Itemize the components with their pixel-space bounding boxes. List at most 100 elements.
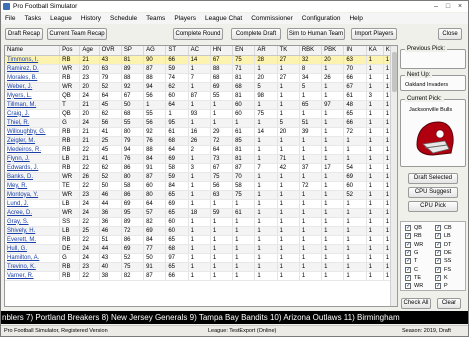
table-row[interactable]: Hull, G. DE 24 44 69 77 68 1 1 1 1 1 1 1 1 1 1 [5,244,397,254]
menu-schedule[interactable]: Schedule [110,15,137,22]
current-team-recap-button[interactable]: Current Team Recap [47,28,107,40]
menu-commissioner[interactable]: Commissioner [251,15,293,22]
position-checkbox[interactable]: C [405,266,418,273]
clear-button[interactable]: Clear [437,298,461,309]
position-checkbox[interactable]: DT [435,241,451,248]
complete-round-button[interactable]: Complete Round [173,28,223,40]
position-checkbox[interactable]: CB [435,224,452,231]
table-row[interactable]: Flynn, J. LB 21 41 76 84 69 1 73 81 1 71 1 1 1 1 1 [5,154,397,164]
column-header[interactable]: KA [366,46,384,56]
player-name-link[interactable]: Willoughby, G. [5,127,61,137]
player-name-link[interactable]: Edwards, J. [5,163,61,173]
checkbox-icon[interactable] [405,249,411,256]
table-row[interactable]: Edwards, J. RB 22 62 86 91 58 3 67 87 7 42 37 17 54 1 1 [5,163,397,173]
position-checkbox[interactable]: RB [405,232,422,240]
player-name-link[interactable]: Craig, J. [5,109,61,119]
minimize-button[interactable]: – [430,2,442,11]
checkbox-icon[interactable] [435,224,441,231]
player-name-link[interactable]: Banks, D. [5,172,61,182]
position-checkbox[interactable]: T [405,257,417,265]
position-checkbox[interactable]: FS [435,266,451,273]
table-row[interactable]: Varner, R. RB 22 38 82 87 66 1 1 1 1 1 1 1 1 1 1 [5,271,397,281]
column-header[interactable]: RBK [299,46,323,56]
player-name-link[interactable]: Shively, H. [5,226,61,236]
table-row[interactable]: Banks, D. WR 26 52 80 87 59 1 75 70 1 1 1 1 69 1 1 [5,172,397,182]
table-row[interactable]: Mey, R. TE 22 50 58 60 84 1 56 58 1 1 72 1 60 1 1 [5,181,397,191]
checkbox-icon[interactable] [435,274,441,281]
checkbox-icon[interactable] [435,241,441,248]
column-header[interactable]: Age [79,46,100,56]
checkbox-icon[interactable] [405,257,411,265]
player-name-link[interactable]: Lund, J. [5,199,61,209]
column-header[interactable]: SP [121,46,145,56]
checkbox-icon[interactable] [405,232,411,240]
menu-players[interactable]: Players [174,15,196,22]
position-checkbox[interactable]: QB [405,224,422,231]
menu-league[interactable]: League [50,15,72,22]
checkbox-icon[interactable] [405,224,411,231]
position-checkbox[interactable]: WR [405,282,423,290]
checkbox-icon[interactable] [405,266,411,273]
column-header[interactable]: IN [343,46,367,56]
cpu-pick-button[interactable]: CPU Pick [408,201,458,212]
draft-recap-button[interactable]: Draft Recap [5,28,43,40]
table-row[interactable]: Lund, J. LB 24 44 69 64 69 1 1 1 1 1 1 1 1 1 1 [5,199,397,209]
table-row[interactable]: Morales, B. RB 23 79 88 88 74 7 68 81 20 27 34 26 66 1 1 [5,73,397,83]
close-window-button[interactable]: × [454,2,466,11]
table-row[interactable]: Gray, S. SS 22 36 89 82 60 1 1 1 1 1 1 1 1 1 1 [5,217,397,227]
table-row[interactable]: Craig, J. QB 20 62 68 55 1 93 1 60 75 1 1 1 65 1 1 [5,109,397,119]
column-header[interactable]: Name [5,46,61,56]
checkbox-icon[interactable] [435,257,441,265]
draft-selected-button[interactable]: Draft Selected [408,173,458,184]
column-header[interactable]: OVR [99,46,122,56]
table-row[interactable]: Willoughby, G. RB 21 41 80 92 61 16 29 61 14 20 39 1 7… [5,127,397,137]
menu-teams[interactable]: Teams [146,15,165,22]
cpu-suggest-button[interactable]: CPU Suggest [408,187,458,198]
table-row[interactable]: Montoya, Y. WR 23 46 86 80 65 1 63 75 1 1 1 1 52 1 1 [5,190,397,200]
column-header[interactable]: AR [254,46,278,56]
column-header[interactable]: AG [143,46,167,56]
player-name-link[interactable]: Ramirez, D. [5,64,61,74]
complete-draft-button[interactable]: Complete Draft [231,28,281,40]
column-header[interactable]: PBK [321,46,345,56]
player-name-link[interactable]: Myers, L. [5,91,61,101]
position-checkbox[interactable]: G [405,249,418,256]
menu-history[interactable]: History [81,15,101,22]
player-name-link[interactable]: Thiel, R. [5,118,61,128]
column-header[interactable]: ST [165,46,189,56]
player-name-link[interactable]: Mey, R. [5,181,61,191]
checkbox-icon[interactable] [435,232,441,240]
player-name-link[interactable]: Montoya, Y. [5,190,61,200]
menu-league-chat[interactable]: League Chat [205,15,242,22]
position-checkbox[interactable]: DE [435,249,452,256]
table-row[interactable]: Hamilton, A. G 24 43 52 50 97 1 1 1 1 1 1 1 1 1 1 [5,253,397,263]
checkbox-icon[interactable] [435,282,441,290]
player-name-link[interactable]: Timmons, I. [5,55,61,65]
table-row[interactable]: Thiel, R. G 24 56 55 56 95 1 1 1 1 5 51 1 66 1 1 [5,118,397,128]
position-checkbox[interactable]: SS [435,257,451,265]
table-row[interactable]: Tillman, M. T 21 45 50 1 64 1 1 60 1 1 65 97 48 1 1 [5,100,397,110]
player-name-link[interactable]: Trevino, K. [5,262,61,272]
position-checkbox[interactable]: WR [405,241,423,248]
player-name-link[interactable]: Weber, J. [5,82,61,92]
position-checkbox[interactable]: TE [405,274,421,281]
player-name-link[interactable]: Flynn, J. [5,154,61,164]
player-name-link[interactable]: Medeiros, R. [5,145,61,155]
column-header[interactable]: AC [188,46,211,56]
menu-configuration[interactable]: Configuration [302,15,341,22]
player-name-link[interactable]: Everett, M. [5,235,61,245]
table-row[interactable]: Trevino, K. RB 23 40 75 91 65 1 1 1 1 1 1 1 1 1 1 [5,262,397,272]
player-name-link[interactable]: Tillman, M. [5,100,61,110]
checkbox-icon[interactable] [435,266,441,273]
import-players-button[interactable]: Import Players [351,28,397,40]
table-row[interactable]: Medeiros, R. RB 22 45 94 88 64 2 64 81 1 1 1 1 1 1 1 [5,145,397,155]
menu-file[interactable]: File [5,15,15,22]
table-row[interactable]: Shively, H. LB 25 46 72 69 60 1 1 1 1 1 1 1 1 1 1 [5,226,397,236]
check-all-button[interactable]: Check All [401,298,431,309]
player-name-link[interactable]: Hamilton, A. [5,253,61,263]
column-header[interactable]: Pos [59,46,81,56]
player-name-link[interactable]: Gray, S. [5,217,61,227]
close-button[interactable]: Close [438,28,462,40]
column-header[interactable]: TK [277,46,300,56]
menu-tasks[interactable]: Tasks [24,15,41,22]
